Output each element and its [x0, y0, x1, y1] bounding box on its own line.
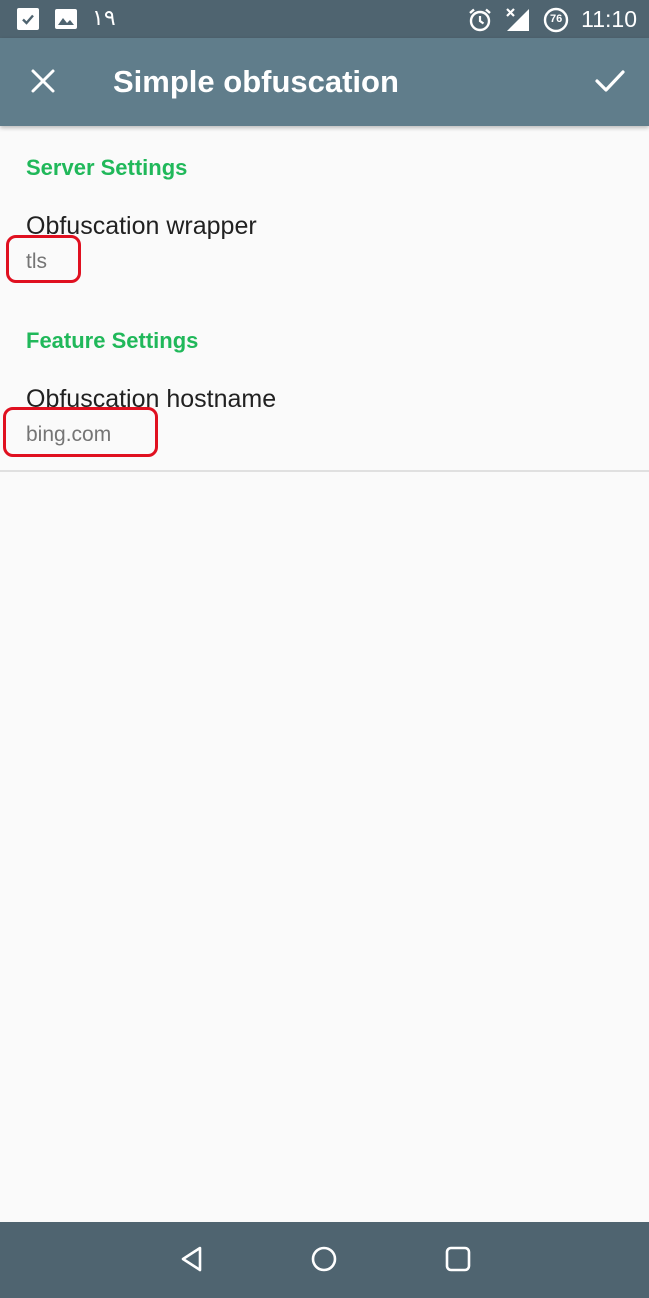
- back-button[interactable]: [167, 1236, 217, 1286]
- pref-obfuscation-wrapper[interactable]: Obfuscation wrapper tls: [0, 210, 649, 290]
- home-button[interactable]: [299, 1236, 349, 1286]
- notification-count: ١٩: [92, 6, 116, 31]
- clock: 11:10: [581, 6, 637, 32]
- recents-button[interactable]: [433, 1236, 483, 1286]
- status-bar: ١٩ 76 11:10: [0, 0, 649, 38]
- section-header-feature: Feature Settings: [26, 328, 199, 353]
- navigation-bar: [0, 1222, 649, 1298]
- close-icon: [30, 68, 56, 99]
- alarm-icon: [467, 7, 491, 32]
- highlight-box-wrapper: [6, 235, 81, 283]
- check-notification-icon: [16, 7, 40, 31]
- battery-level: 76: [550, 13, 563, 25]
- battery-icon: 76: [543, 7, 569, 33]
- app-bar: Simple obfuscation: [0, 38, 649, 126]
- section-header-server: Server Settings: [26, 155, 188, 180]
- signal-icon: [505, 7, 530, 31]
- home-icon: [310, 1245, 338, 1278]
- confirm-button[interactable]: [585, 58, 635, 108]
- highlight-box-hostname: [3, 407, 158, 457]
- divider: [0, 470, 649, 472]
- image-notification-icon: [54, 7, 78, 31]
- screen: ١٩ 76 11:10 Simple obfuscation Server Se…: [0, 0, 649, 1298]
- page-title: Simple obfuscation: [113, 64, 399, 99]
- recents-icon: [444, 1245, 472, 1278]
- close-button[interactable]: [18, 58, 68, 108]
- check-icon: [594, 68, 626, 99]
- back-icon: [178, 1245, 206, 1278]
